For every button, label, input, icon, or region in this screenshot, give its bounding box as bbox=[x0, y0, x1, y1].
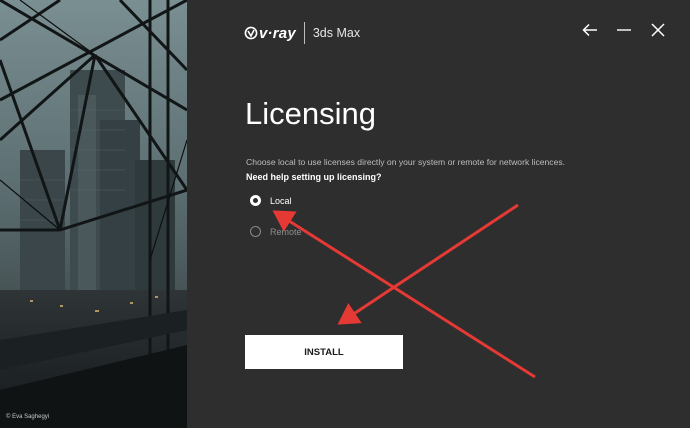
window-controls bbox=[580, 20, 668, 40]
vray-wordmark: v·ray bbox=[259, 24, 296, 42]
radio-remote-label[interactable]: Remote bbox=[270, 227, 302, 237]
radio-remote[interactable]: Remote bbox=[250, 226, 302, 237]
app-logo: v·ray 3ds Max bbox=[244, 20, 360, 46]
product-name: 3ds Max bbox=[312, 26, 361, 40]
close-button[interactable] bbox=[648, 20, 668, 40]
photo-credit: © Eva Saghegyi bbox=[6, 414, 50, 420]
help-link[interactable]: Need help setting up licensing? bbox=[246, 172, 382, 182]
install-button[interactable]: INSTALL bbox=[245, 335, 403, 369]
vray-mark-icon bbox=[244, 26, 258, 40]
licensing-description: Choose local to use licenses directly on… bbox=[246, 157, 566, 167]
vray-logo: v·ray bbox=[244, 25, 296, 42]
hero-illustration bbox=[0, 0, 187, 428]
minimize-button[interactable] bbox=[614, 20, 634, 40]
radio-local-label[interactable]: Local bbox=[270, 196, 292, 206]
back-button[interactable] bbox=[580, 20, 600, 40]
radio-remote-indicator[interactable] bbox=[250, 226, 261, 237]
page-title: Licensing bbox=[245, 96, 376, 131]
arrow-left-icon bbox=[582, 23, 597, 37]
annotation-arrow-to-install bbox=[337, 203, 519, 325]
logo-divider bbox=[303, 22, 305, 44]
minimize-icon bbox=[617, 29, 631, 31]
installer-window: © Eva Saghegyi v·ray 3ds Max Licensing C… bbox=[0, 0, 690, 428]
radio-local[interactable]: Local bbox=[250, 195, 292, 206]
radio-local-indicator[interactable] bbox=[250, 195, 261, 206]
close-icon bbox=[651, 23, 665, 37]
hero-image: © Eva Saghegyi bbox=[0, 0, 187, 428]
